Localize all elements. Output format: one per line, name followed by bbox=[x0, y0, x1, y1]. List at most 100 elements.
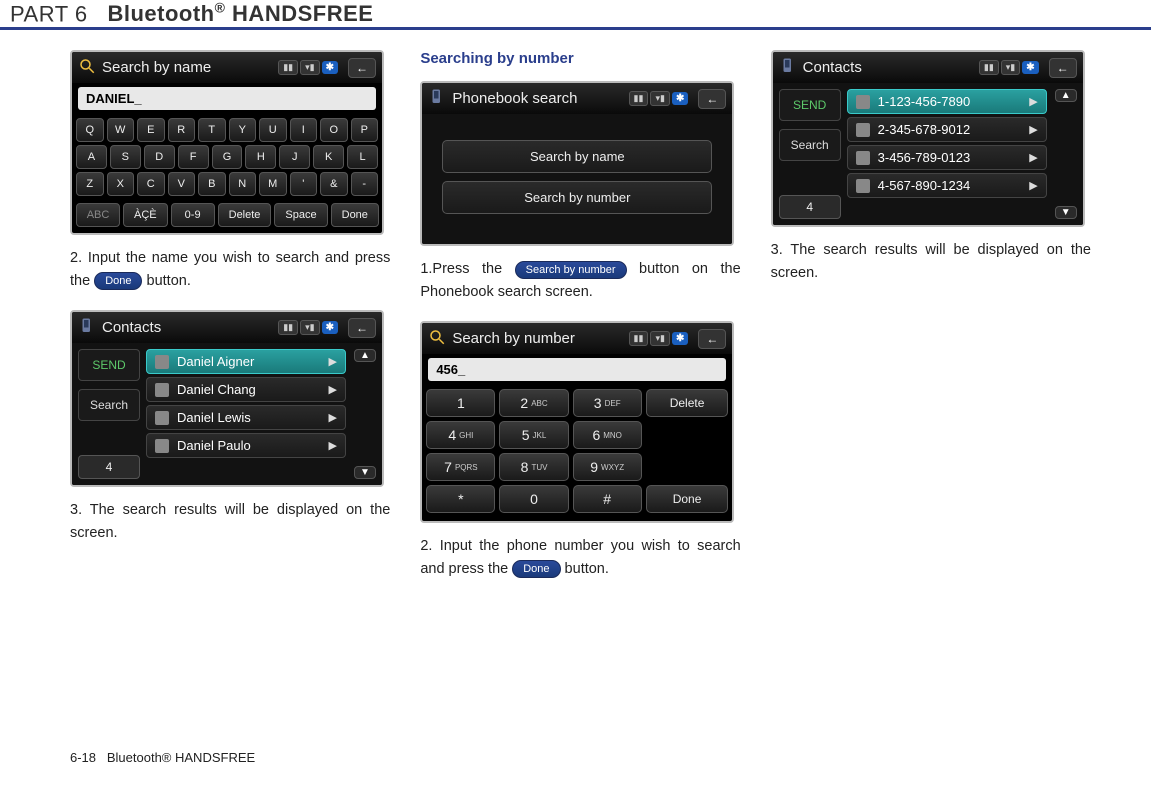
scroll-up-button[interactable]: ▲ bbox=[1055, 89, 1077, 102]
numkey-5[interactable]: 5JKL bbox=[499, 421, 568, 449]
contact-row[interactable]: 3-456-789-0123▶ bbox=[847, 145, 1047, 170]
numkey-6[interactable]: 6MNO bbox=[573, 421, 642, 449]
section-heading: Searching by number bbox=[420, 50, 740, 67]
signal-icon: ▾▮ bbox=[300, 60, 319, 75]
numkey-0[interactable]: 0 bbox=[499, 485, 568, 513]
numkey-*[interactable]: * bbox=[426, 485, 495, 513]
back-button[interactable]: ← bbox=[698, 89, 726, 109]
contact-row[interactable]: Daniel Lewis▶ bbox=[146, 405, 346, 430]
key-p[interactable]: P bbox=[351, 118, 379, 142]
key-&[interactable]: & bbox=[320, 172, 348, 196]
bluetooth-icon: ✱ bbox=[672, 332, 688, 345]
key-f[interactable]: F bbox=[178, 145, 209, 169]
contact-row[interactable]: 2-345-678-9012▶ bbox=[847, 117, 1047, 142]
accents-key[interactable]: ÀÇÈ bbox=[123, 203, 168, 227]
search-icon bbox=[428, 328, 446, 349]
key-n[interactable]: N bbox=[229, 172, 257, 196]
search-by-name-option[interactable]: Search by name bbox=[442, 140, 712, 173]
search-icon bbox=[78, 57, 96, 78]
contact-row[interactable]: Daniel Aigner▶ bbox=[146, 349, 346, 374]
search-button[interactable]: Search bbox=[779, 129, 841, 161]
page-footer: 6-18 Bluetooth® HANDSFREE bbox=[70, 750, 255, 765]
key-c[interactable]: C bbox=[137, 172, 165, 196]
space-key[interactable]: Space bbox=[274, 203, 327, 227]
numkey-9[interactable]: 9WXYZ bbox=[573, 453, 642, 481]
screenshot-search-by-name: Search by name ▮▮ ▾▮ ✱ ← DANIEL_ QWERTYU… bbox=[70, 50, 384, 235]
numkey-4[interactable]: 4GHI bbox=[426, 421, 495, 449]
key-e[interactable]: E bbox=[137, 118, 165, 142]
scroll-down-button[interactable]: ▼ bbox=[354, 466, 376, 479]
key-v[interactable]: V bbox=[168, 172, 196, 196]
numkey-2[interactable]: 2ABC bbox=[499, 389, 568, 417]
key-l[interactable]: L bbox=[347, 145, 378, 169]
key-a[interactable]: A bbox=[76, 145, 107, 169]
key-y[interactable]: Y bbox=[229, 118, 257, 142]
send-button[interactable]: SEND bbox=[779, 89, 841, 121]
contact-type-icon bbox=[856, 95, 870, 109]
number-input[interactable]: 456_ bbox=[428, 358, 726, 381]
key-q[interactable]: Q bbox=[76, 118, 104, 142]
back-button[interactable]: ← bbox=[1049, 58, 1077, 78]
numkey-#[interactable]: # bbox=[573, 485, 642, 513]
chevron-right-icon: ▶ bbox=[1029, 95, 1037, 108]
key-r[interactable]: R bbox=[168, 118, 196, 142]
delete-key[interactable]: Delete bbox=[646, 389, 729, 417]
abc-key[interactable]: ABC bbox=[76, 203, 120, 227]
column-3: Contacts ▮▮ ▾▮ ✱ ← SEND Search 4 1-123-4… bbox=[771, 50, 1091, 598]
back-button[interactable]: ← bbox=[698, 329, 726, 349]
key-k[interactable]: K bbox=[313, 145, 344, 169]
key-i[interactable]: I bbox=[290, 118, 318, 142]
status-icons: ▮▮ ▾▮ ✱ bbox=[629, 331, 689, 346]
name-input[interactable]: DANIEL_ bbox=[78, 87, 376, 110]
contact-label: Daniel Lewis bbox=[177, 410, 321, 425]
contact-row[interactable]: Daniel Chang▶ bbox=[146, 377, 346, 402]
send-button[interactable]: SEND bbox=[78, 349, 140, 381]
contact-type-icon bbox=[155, 355, 169, 369]
header-suffix: HANDSFREE bbox=[232, 1, 373, 26]
numerics-key[interactable]: 0-9 bbox=[171, 203, 215, 227]
back-button[interactable]: ← bbox=[348, 58, 376, 78]
keyboard-row-3: ZXCVBNM'&- bbox=[76, 172, 378, 196]
numkey-1[interactable]: 1 bbox=[426, 389, 495, 417]
contact-label: Daniel Aigner bbox=[177, 354, 321, 369]
signal-icon: ▾▮ bbox=[650, 331, 669, 346]
done-key[interactable]: Done bbox=[331, 203, 379, 227]
phonebook-icon bbox=[78, 317, 96, 338]
key-x[interactable]: X bbox=[107, 172, 135, 196]
contact-row[interactable]: 4-567-890-1234▶ bbox=[847, 173, 1047, 198]
done-inline-button: Done bbox=[512, 560, 560, 578]
signal-icon: ▮▮ bbox=[278, 320, 298, 335]
key-w[interactable]: W bbox=[107, 118, 135, 142]
contact-type-icon bbox=[155, 383, 169, 397]
search-button[interactable]: Search bbox=[78, 389, 140, 421]
key-o[interactable]: O bbox=[320, 118, 348, 142]
key-g[interactable]: G bbox=[212, 145, 243, 169]
done-key[interactable]: Done bbox=[646, 485, 729, 513]
numkey-3[interactable]: 3DEF bbox=[573, 389, 642, 417]
key-s[interactable]: S bbox=[110, 145, 141, 169]
screenshot-contacts-numbers: Contacts ▮▮ ▾▮ ✱ ← SEND Search 4 1-123-4… bbox=[771, 50, 1085, 227]
chevron-right-icon: ▶ bbox=[1029, 179, 1037, 192]
numkey-7[interactable]: 7PQRS bbox=[426, 453, 495, 481]
contact-row[interactable]: 1-123-456-7890▶ bbox=[847, 89, 1047, 114]
scroll-up-button[interactable]: ▲ bbox=[354, 349, 376, 362]
numkey-8[interactable]: 8TUV bbox=[499, 453, 568, 481]
bluetooth-icon: ✱ bbox=[672, 92, 688, 105]
back-button[interactable]: ← bbox=[348, 318, 376, 338]
key-j[interactable]: J bbox=[279, 145, 310, 169]
key-u[interactable]: U bbox=[259, 118, 287, 142]
key-d[interactable]: D bbox=[144, 145, 175, 169]
key-m[interactable]: M bbox=[259, 172, 287, 196]
delete-key[interactable]: Delete bbox=[218, 203, 272, 227]
key-z[interactable]: Z bbox=[76, 172, 104, 196]
key-t[interactable]: T bbox=[198, 118, 226, 142]
contact-row[interactable]: Daniel Paulo▶ bbox=[146, 433, 346, 458]
screenshot-phonebook-search: Phonebook search ▮▮ ▾▮ ✱ ← Search by nam… bbox=[420, 81, 734, 246]
key-'[interactable]: ' bbox=[290, 172, 318, 196]
key-h[interactable]: H bbox=[245, 145, 276, 169]
key-b[interactable]: B bbox=[198, 172, 226, 196]
search-by-number-option[interactable]: Search by number bbox=[442, 181, 712, 214]
step-3-text: 3. The search results will be displayed … bbox=[70, 499, 390, 544]
scroll-down-button[interactable]: ▼ bbox=[1055, 206, 1077, 219]
key--[interactable]: - bbox=[351, 172, 379, 196]
